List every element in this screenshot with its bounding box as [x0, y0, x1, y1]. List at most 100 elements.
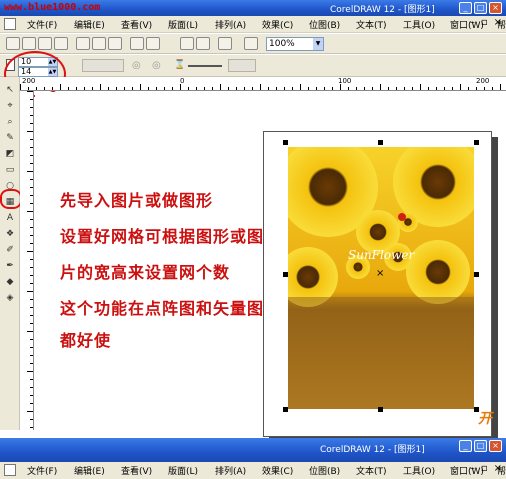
menu-item[interactable]: 文件(F) [27, 464, 74, 477]
undo-icon[interactable] [130, 37, 144, 50]
paste-icon[interactable] [108, 37, 122, 50]
window-title-secondary: CorelDRAW 12 - [图形1] [320, 445, 425, 455]
selection-handle[interactable] [283, 272, 288, 277]
fill-icon[interactable]: ◆ [4, 277, 16, 288]
outline-icon[interactable]: ✒ [4, 261, 16, 272]
selection-handle[interactable] [378, 407, 383, 412]
doc-minimize-icon[interactable]: – [470, 17, 475, 28]
menu-item[interactable]: 效果(C) [262, 464, 309, 477]
minimize-button[interactable]: _ [459, 2, 472, 14]
expansion-field[interactable] [228, 59, 256, 72]
selection-handle[interactable] [474, 140, 479, 145]
menu-item[interactable]: 查看(V) [121, 464, 168, 477]
app-launcher-icon[interactable] [218, 37, 232, 50]
ruler-tick [20, 84, 21, 90]
menu-item[interactable]: 文件(F) [27, 18, 74, 31]
doc-restore-icon[interactable]: ▫ [481, 17, 488, 28]
rectangle-icon[interactable]: ▭ [4, 165, 16, 176]
menu-item[interactable]: 编辑(E) [74, 18, 121, 31]
document-window-controls: – ▫ × [470, 463, 502, 474]
menu-item[interactable]: 版面(L) [168, 464, 215, 477]
ruler-tick [412, 87, 413, 90]
save-icon[interactable] [38, 37, 52, 50]
new-icon[interactable] [6, 37, 20, 50]
zoom-select[interactable]: 100% ▼ [266, 37, 324, 51]
spiral-revolutions-field[interactable] [82, 59, 124, 72]
menu-item[interactable]: 工具(O) [403, 464, 450, 477]
expansion-slider[interactable] [188, 65, 222, 67]
maximize-button[interactable]: □ [474, 2, 487, 14]
ruler-tick [228, 87, 229, 90]
redo-icon[interactable] [146, 37, 160, 50]
ruler-tick [30, 283, 33, 284]
ruler-tick [30, 147, 33, 148]
menu-item[interactable]: 查看(V) [121, 18, 168, 31]
document-icon[interactable] [4, 18, 16, 30]
ruler-tick [460, 84, 461, 90]
ruler-tick [30, 107, 33, 108]
ruler-tick [108, 87, 109, 90]
ruler-tick [500, 84, 501, 90]
corel-online-icon[interactable] [244, 37, 258, 50]
ruler-tick [348, 87, 349, 90]
menu-item[interactable]: 排列(A) [215, 464, 262, 477]
doc-close-icon[interactable]: × [494, 463, 502, 474]
menu-item[interactable]: 文本(T) [356, 18, 403, 31]
ruler-tick [30, 155, 33, 156]
caption-line-4: 这个功能在点阵图和矢量图里 [60, 299, 282, 318]
close-button[interactable]: × [489, 440, 502, 452]
import-icon[interactable] [180, 37, 194, 50]
menu-item[interactable]: 编辑(E) [74, 464, 121, 477]
menu-item[interactable]: 排列(A) [215, 18, 262, 31]
doc-close-icon[interactable]: × [494, 17, 502, 28]
ruler-tick [27, 131, 33, 132]
selection-handle[interactable] [378, 140, 383, 145]
chevron-down-icon[interactable]: ▼ [313, 38, 323, 50]
menu-item[interactable]: 效果(C) [262, 18, 309, 31]
ruler-tick [30, 403, 33, 404]
ruler-tick [76, 87, 77, 90]
menu-item[interactable]: 文本(T) [356, 464, 403, 477]
ruler-tick [292, 87, 293, 90]
selection-handle[interactable] [474, 272, 479, 277]
copy-icon[interactable] [92, 37, 106, 50]
menu-item[interactable]: 位图(B) [309, 464, 356, 477]
cut-icon[interactable] [76, 37, 90, 50]
menu-item[interactable]: 位图(B) [309, 18, 356, 31]
text-icon[interactable]: A [4, 213, 16, 224]
ruler-tick [308, 87, 309, 90]
zoom-icon[interactable]: ⌕ [4, 117, 16, 128]
selection-handle[interactable] [283, 407, 288, 412]
document-icon[interactable] [4, 464, 16, 476]
close-button[interactable]: × [489, 2, 502, 14]
interactive-fill-icon[interactable]: ◈ [4, 293, 16, 304]
ruler-tick [124, 87, 125, 90]
standard-toolbar: 100% ▼ [0, 34, 506, 54]
menu-item[interactable]: 版面(L) [168, 18, 215, 31]
ruler-tick [388, 87, 389, 90]
vertical-ruler[interactable] [20, 91, 34, 430]
interactive-icon[interactable]: ❖ [4, 229, 16, 240]
selection-handle[interactable] [283, 140, 288, 145]
open-icon[interactable] [22, 37, 36, 50]
print-icon[interactable] [54, 37, 68, 50]
ruler-tick [30, 419, 33, 420]
freehand-icon[interactable]: ✎ [4, 133, 16, 144]
shape-icon[interactable]: ⌖ [4, 101, 16, 112]
doc-minimize-icon[interactable]: – [470, 463, 475, 474]
eyedropper-icon[interactable]: ✐ [4, 245, 16, 256]
minimize-button[interactable]: _ [459, 440, 472, 452]
menu-items: 文件(F) 编辑(E) 查看(V) 版面(L) 排列(A) 效果(C) 位图(B) 文本(T)… [27, 18, 506, 31]
ruler-tick [30, 243, 33, 244]
pick-icon[interactable]: ↖ [4, 85, 16, 96]
ruler-tick [276, 87, 277, 90]
smart-fill-icon[interactable]: ◩ [4, 149, 16, 160]
photo-brand-text: SunFlower [348, 248, 415, 262]
title-bar: www.blue1000.com CorelDRAW 12 - [图形1] _ … [0, 0, 506, 16]
doc-restore-icon[interactable]: ▫ [481, 463, 488, 474]
ruler-tick [30, 187, 33, 188]
maximize-button[interactable]: □ [474, 440, 487, 452]
menu-item[interactable]: 工具(O) [403, 18, 450, 31]
export-icon[interactable] [196, 37, 210, 50]
horizontal-ruler[interactable]: 200 0 100 200 [20, 77, 506, 91]
